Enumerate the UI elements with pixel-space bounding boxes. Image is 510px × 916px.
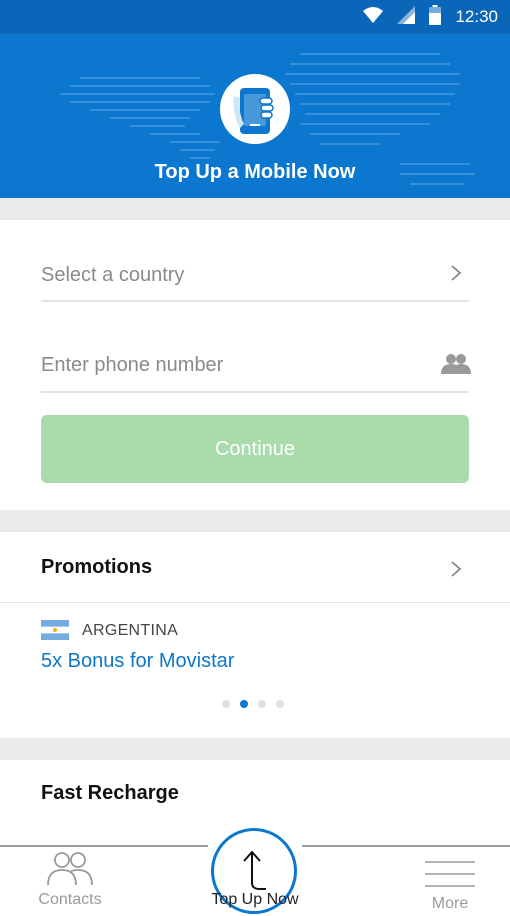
bottom-navigation: Contacts Top Up Now More (0, 828, 510, 916)
status-bar: 12:30 (0, 0, 510, 34)
phone-hand-logo-icon (220, 74, 290, 144)
menu-icon (425, 861, 475, 894)
pager-dot[interactable] (258, 700, 266, 708)
promotions-title[interactable]: Promotions (41, 556, 152, 579)
phone-input-placeholder[interactable]: Enter phone number (41, 354, 223, 377)
chevron-right-icon[interactable] (450, 560, 462, 583)
pager-dot[interactable] (222, 700, 230, 708)
status-time: 12:30 (455, 7, 498, 26)
promotion-country: ARGENTINA (82, 622, 179, 639)
contacts-icon (45, 852, 95, 890)
status-icons: 12:30 (363, 4, 498, 30)
continue-button[interactable]: Continue (41, 415, 469, 483)
nav-top-up-label: Top Up Now (211, 891, 299, 908)
promotions-pager[interactable] (222, 700, 284, 708)
nav-more-label: More (431, 895, 469, 912)
signal-icon (397, 5, 416, 29)
pager-dot[interactable] (276, 700, 284, 708)
nav-top-border (0, 845, 208, 847)
fast-recharge-title: Fast Recharge (41, 782, 179, 804)
country-select-underline (41, 300, 469, 302)
country-select-placeholder[interactable]: Select a country (41, 264, 184, 287)
top-up-form-card: Select a country Enter phone number Cont… (0, 220, 510, 510)
wifi-icon (363, 6, 384, 28)
argentina-flag-icon (41, 620, 69, 640)
pager-dot-active[interactable] (240, 700, 248, 708)
header-banner: Top Up a Mobile Now (0, 34, 510, 198)
promotion-link[interactable]: 5x Bonus for Movistar (41, 650, 234, 673)
nav-more[interactable]: More (410, 860, 490, 913)
promotions-divider (0, 602, 510, 603)
nav-contacts-label: Contacts (38, 891, 102, 908)
fast-recharge-card: Fast Recharge (0, 760, 510, 830)
nav-contacts[interactable]: Contacts (30, 850, 110, 909)
phone-input-underline (41, 391, 469, 393)
battery-icon (429, 4, 442, 30)
promotions-card: Promotions ARGENTINA 5x Bonus for Movist… (0, 532, 510, 738)
header-title: Top Up a Mobile Now (154, 161, 356, 183)
chevron-right-icon[interactable] (450, 264, 462, 287)
contacts-picker-icon[interactable] (441, 352, 471, 381)
nav-top-border (302, 845, 510, 847)
